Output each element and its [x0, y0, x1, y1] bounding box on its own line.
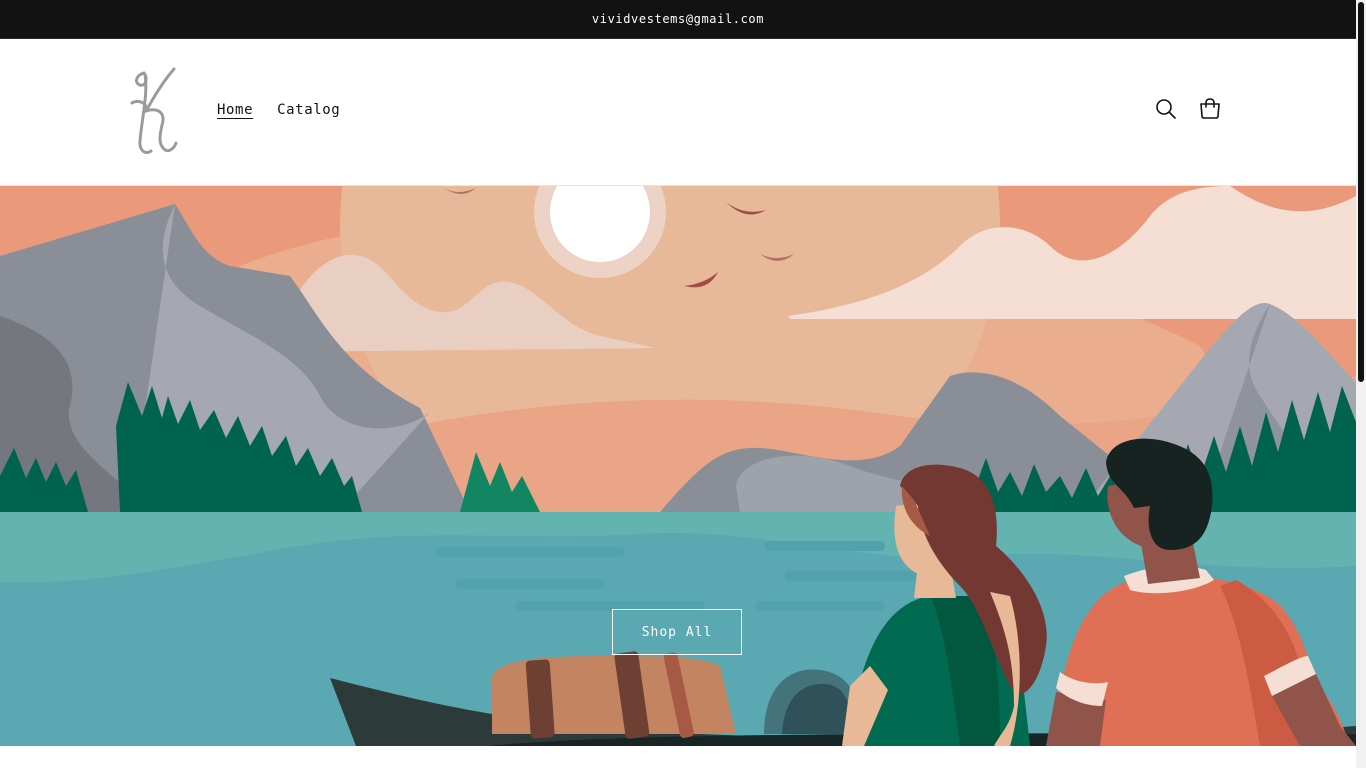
shop-all-button[interactable]: Shop All: [612, 609, 742, 655]
scrollbar-thumb[interactable]: [1358, 2, 1364, 382]
announcement-bar: vividvestems@gmail.com: [0, 0, 1356, 39]
announcement-text[interactable]: vividvestems@gmail.com: [592, 12, 764, 26]
page-scrollbar[interactable]: [1356, 0, 1366, 768]
nav-link-catalog[interactable]: Catalog: [277, 102, 340, 120]
nav-link-home[interactable]: Home: [217, 102, 253, 120]
hero-banner: Shop All: [0, 186, 1356, 746]
search-icon[interactable]: [1154, 97, 1178, 121]
site-header: Home Catalog: [0, 39, 1356, 186]
hero-illustration: [0, 186, 1356, 746]
logo[interactable]: [118, 63, 188, 159]
cart-icon[interactable]: [1198, 97, 1222, 121]
main-nav: Home Catalog: [217, 102, 340, 120]
